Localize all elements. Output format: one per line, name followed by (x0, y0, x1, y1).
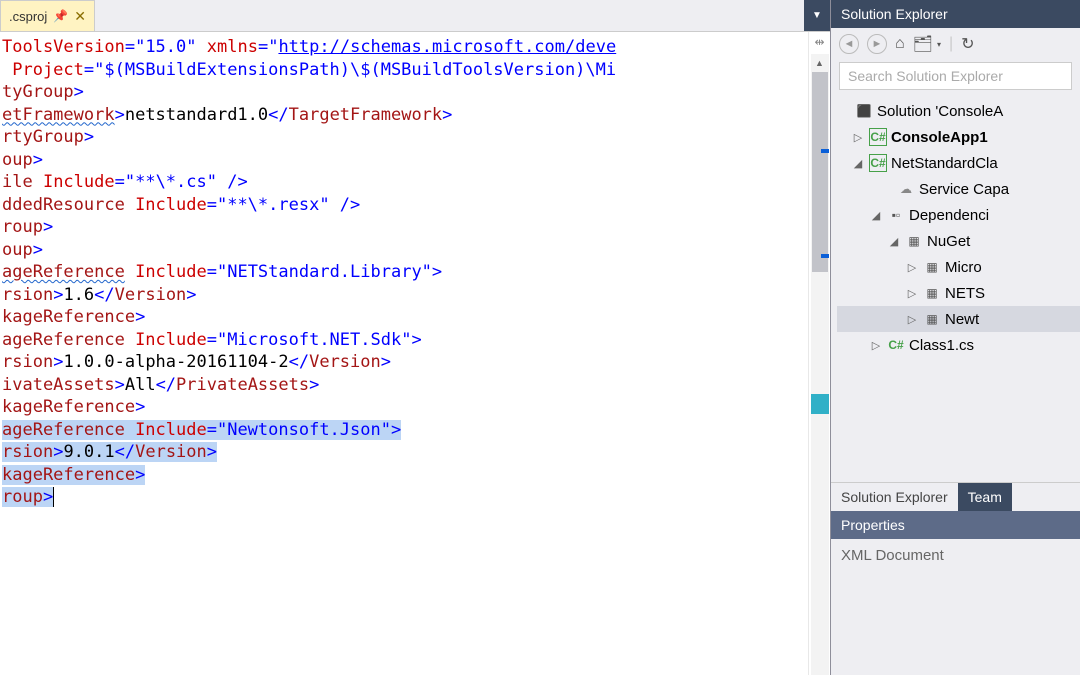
tab-bar: .csproj 📌 ✕ ▼ (0, 0, 830, 32)
expand-icon[interactable] (869, 339, 883, 352)
project-node[interactable]: C#ConsoleApp1 (837, 124, 1080, 150)
pane-tabs: Solution Explorer Team (831, 482, 1080, 511)
refresh-icon[interactable]: ↻ (961, 34, 974, 54)
dependencies-node[interactable]: ▪▫Dependenci (837, 202, 1080, 228)
split-icon[interactable]: ⇹ (812, 34, 828, 50)
expand-icon[interactable] (905, 261, 919, 274)
se-toolbar: ◄ ► ⌂ 🗂▾ | ↻ (831, 28, 1080, 60)
pin-icon[interactable]: 📌 (53, 9, 68, 23)
change-mark (821, 254, 829, 258)
tab-team[interactable]: Team (958, 483, 1012, 511)
scrollbar[interactable]: ▲ (811, 54, 829, 675)
properties-body: XML Document (831, 539, 1080, 572)
package-node[interactable]: ▦NETS (837, 280, 1080, 306)
tab-bar-spacer (95, 0, 804, 31)
service-node[interactable]: ☁Service Capa (837, 176, 1080, 202)
sync-icon[interactable]: 🗂▾ (913, 34, 941, 54)
editor-body: ToolsVersion="15.0" xmlns="http://schema… (0, 32, 830, 675)
tab-label: .csproj (9, 9, 47, 24)
solution-tree[interactable]: ⬛Solution 'ConsoleA C#ConsoleApp1 C#NetS… (831, 94, 1080, 362)
expand-icon[interactable] (887, 235, 901, 248)
nuget-node[interactable]: ▦NuGet (837, 228, 1080, 254)
tab-solution-explorer[interactable]: Solution Explorer (831, 483, 958, 511)
search-input[interactable]: Search Solution Explorer (839, 62, 1072, 90)
project-node[interactable]: C#NetStandardCla (837, 150, 1080, 176)
caret-mark (811, 394, 829, 414)
home-icon[interactable]: ⌂ (895, 35, 905, 53)
properties-title: Properties (831, 511, 1080, 539)
back-icon[interactable]: ◄ (839, 34, 859, 54)
code-area[interactable]: ToolsVersion="15.0" xmlns="http://schema… (0, 32, 808, 675)
editor-gutter: ⇹ ▲ (808, 32, 830, 675)
scrollbar-thumb[interactable] (812, 72, 828, 272)
forward-icon[interactable]: ► (867, 34, 887, 54)
expand-icon[interactable] (905, 287, 919, 300)
tab-overflow-dropdown[interactable]: ▼ (804, 0, 830, 31)
scroll-up-icon[interactable]: ▲ (811, 54, 829, 72)
expand-icon[interactable] (851, 131, 865, 144)
expand-icon[interactable] (851, 157, 865, 170)
expand-icon[interactable] (869, 209, 883, 222)
package-node[interactable]: ▦Micro (837, 254, 1080, 280)
close-icon[interactable]: ✕ (74, 9, 86, 23)
solution-node[interactable]: ⬛Solution 'ConsoleA (837, 98, 1080, 124)
file-tab[interactable]: .csproj 📌 ✕ (0, 0, 95, 31)
solution-explorer-pane: Solution Explorer ◄ ► ⌂ 🗂▾ | ↻ Search So… (830, 0, 1080, 675)
change-mark (821, 149, 829, 153)
expand-icon[interactable] (905, 313, 919, 326)
editor-pane: .csproj 📌 ✕ ▼ ToolsVersion="15.0" xmlns=… (0, 0, 830, 675)
file-node[interactable]: C#Class1.cs (837, 332, 1080, 358)
panel-title: Solution Explorer (831, 0, 1080, 28)
package-node-selected[interactable]: ▦Newt (837, 306, 1080, 332)
